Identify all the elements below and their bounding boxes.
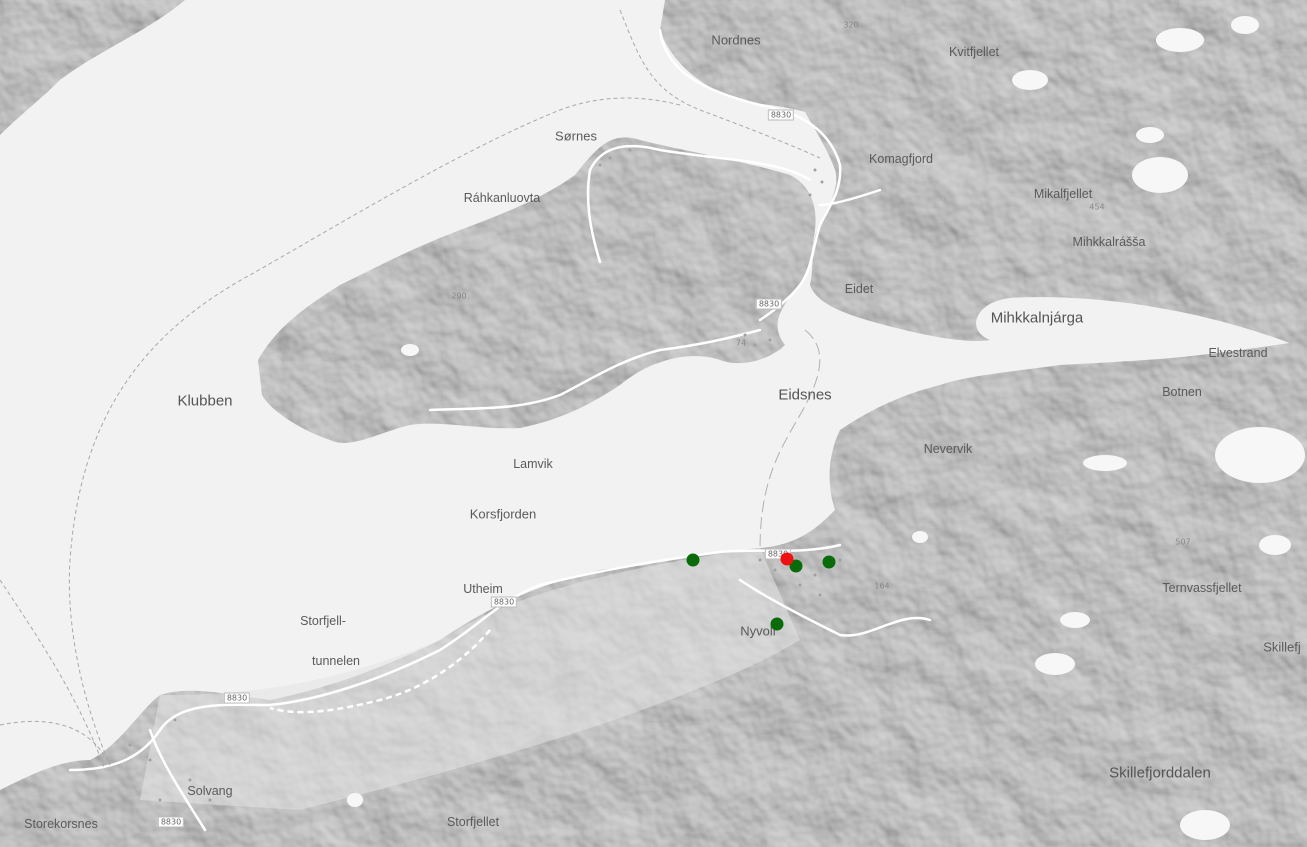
green-marker[interactable] [686,553,700,567]
place-label: Mikalfjellet [1033,187,1093,201]
place-label: Utheim [463,582,503,596]
elevation-label: 320 [843,20,859,30]
place-label: Mihkkalnjárga [990,309,1084,327]
road-number-shield: 8830 [223,692,251,704]
green-marker[interactable] [770,617,784,631]
place-label: Nordnes [711,32,761,48]
road-number-shield: 8830 [157,816,185,828]
place-label: Ráhkanluovta [463,191,541,205]
place-label: Skillefjorddalen [1109,764,1211,782]
place-label: Komagfjord [869,152,933,166]
place-label: Nevervik [923,442,973,456]
elevation-label: 454 [1089,202,1105,212]
place-label: Lamvik [513,457,553,471]
elevation-label: 164 [874,581,890,591]
place-label: Klubben [177,392,233,410]
place-label: Eidsnes [778,386,832,404]
place-label: Storfjellet [446,815,500,829]
place-label: Skillefj [1263,639,1301,655]
green-marker[interactable] [822,555,836,569]
place-label: Elvestrand [1208,346,1268,360]
place-label: Botnen [1162,385,1202,399]
map-view[interactable]: Nordnes Kvitfjellet Sørnes Komagfjord Rá… [0,0,1307,847]
place-label: Korsfjorden [469,506,537,522]
place-label: Mihkkalrášša [1072,235,1146,249]
map-terrain [0,0,1307,847]
place-label: Solvang [187,784,233,798]
road-number-shield: 8830 [490,596,518,608]
elevation-label: 290 [451,291,467,301]
place-label: Eidet [844,282,874,296]
place-label: Kvitfjellet [948,45,1000,59]
place-label: Storfjell- [300,614,346,628]
place-label: Sørnes [555,128,597,144]
place-label: Storekorsnes [24,817,98,831]
road-number-shield: 8830 [755,298,783,310]
red-marker[interactable] [780,552,794,566]
place-label: Ternvassfjellet [1162,581,1242,595]
elevation-label: 507 [1175,537,1191,547]
place-label: tunnelen [312,654,360,668]
road-number-shield: 8830 [767,109,795,121]
elevation-label: 74 [735,338,747,348]
